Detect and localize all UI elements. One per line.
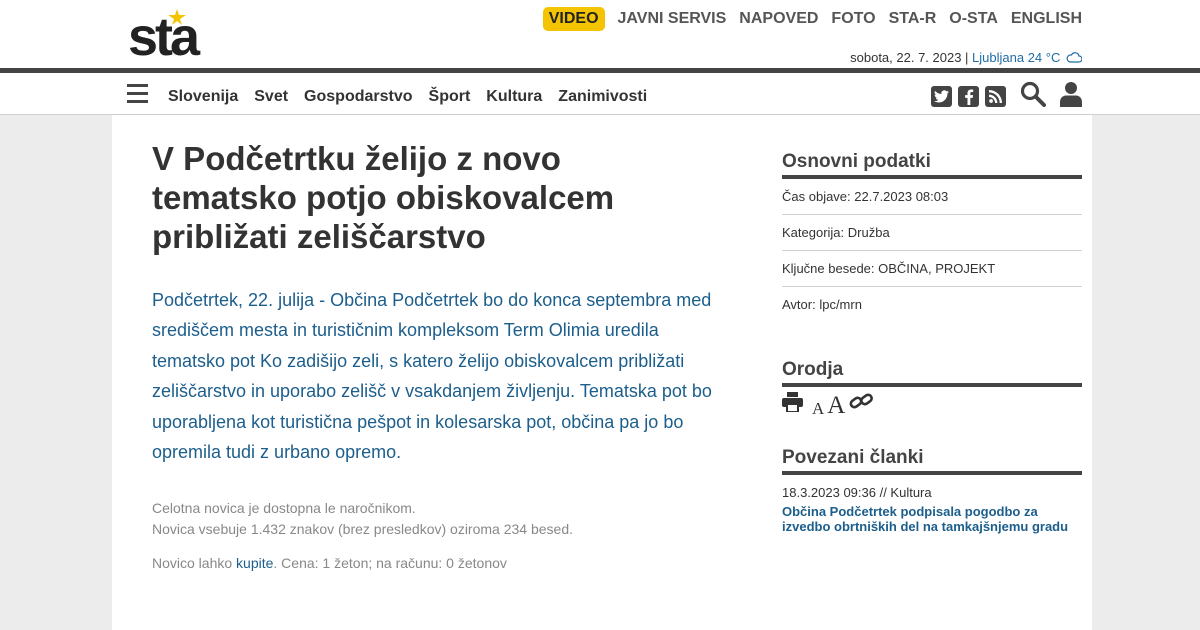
main-nav: Slovenija Svet Gospodarstvo Šport Kultur… [0,73,1200,115]
top-nav-napoved[interactable]: NAPOVED [739,7,818,31]
twitter-icon[interactable] [931,86,952,107]
font-larger-icon[interactable]: A [827,393,845,418]
top-nav-video[interactable]: VIDEO [542,7,605,31]
article-title: V Podčetrtku želijo z novo tematsko potj… [152,140,615,255]
tools-title: Orodja [782,359,1082,387]
published-time: Čas objave: 22.7.2023 08:03 [782,179,1082,215]
basic-info-title: Osnovni podatki [782,151,1082,179]
weather-text: Ljubljana 24 °C [972,50,1061,65]
top-header: sta VIDEO JAVNI SERVIS NAPOVED FOTO STA-… [0,0,1200,68]
nav-item-svet[interactable]: Svet [254,88,288,106]
sta-logo[interactable]: sta [128,7,218,67]
nav-item-gospodarstvo[interactable]: Gospodarstvo [304,88,412,106]
related-meta: 18.3.2023 09:36 // Kultura [782,485,932,500]
nav-item-sport[interactable]: Šport [429,88,471,106]
sidebar: Osnovni podatki Čas objave: 22.7.2023 08… [782,151,1082,534]
user-icon[interactable] [1060,81,1082,112]
nav-item-slovenija[interactable]: Slovenija [168,88,238,106]
subscription-note: Celotna novica je dostopna le naročnikom… [152,498,573,540]
menu-icon[interactable] [127,84,148,103]
related-article-link[interactable]: Občina Podčetrtek podpisala pogodbo za i… [782,504,1082,534]
related-title: Povezani članki [782,447,1082,475]
nav-item-zanimivosti[interactable]: Zanimivosti [558,88,647,106]
top-nav-o-sta[interactable]: O-STA [949,7,998,31]
font-smaller-icon[interactable]: A [812,400,824,417]
buy-line: Novico lahko kupite. Cena: 1 žeton; na r… [152,555,507,571]
cloud-icon [1066,52,1083,63]
logo-text: sta [128,7,200,67]
subscription-note-line-2: Novica vsebuje 1.432 znakov (brez presle… [152,521,574,537]
search-icon[interactable] [1020,81,1046,112]
keywords: Ključne besede: OBČINA, PROJEKT [782,251,1082,287]
rss-icon[interactable] [985,86,1006,107]
link-icon[interactable] [849,391,874,417]
buy-suffix: . Cena: 1 žeton; na računu: 0 žetonov [273,555,507,571]
category: Kategorija: Družba [782,215,1082,251]
buy-prefix: Novico lahko [152,555,237,571]
nav-icons [925,81,1082,112]
tools-bar: A A [782,387,1082,418]
top-nav-javni-servis[interactable]: JAVNI SERVIS [618,7,727,31]
author: Avtor: lpc/mrn [782,297,862,312]
article-lead: Podčetrtek, 22. julija - Občina Podčetrt… [152,290,712,463]
top-nav-foto[interactable]: FOTO [831,7,875,31]
logo-star-icon [168,9,186,25]
print-icon[interactable] [782,392,803,417]
subscription-note-line-1: Celotna novica je dostopna le naročnikom… [152,500,416,516]
buy-link[interactable]: kupite [236,555,273,571]
article-container: V Podčetrtku želijo z novo tematsko potj… [112,115,1092,630]
dateline-separator: | [961,50,973,65]
top-nav-english[interactable]: ENGLISH [1011,7,1082,31]
top-nav-sta-r[interactable]: STA-R [889,7,937,31]
weather-link[interactable]: Ljubljana 24 °C [972,50,1083,65]
facebook-icon[interactable] [958,86,979,107]
section-nav: Slovenija Svet Gospodarstvo Šport Kultur… [168,88,647,106]
dateline: sobota, 22. 7. 2023 | Ljubljana 24 °C [850,50,1083,65]
top-nav: VIDEO JAVNI SERVIS NAPOVED FOTO STA-R O-… [530,7,1082,31]
current-date: sobota, 22. 7. 2023 [850,50,962,65]
nav-item-kultura[interactable]: Kultura [486,88,542,106]
